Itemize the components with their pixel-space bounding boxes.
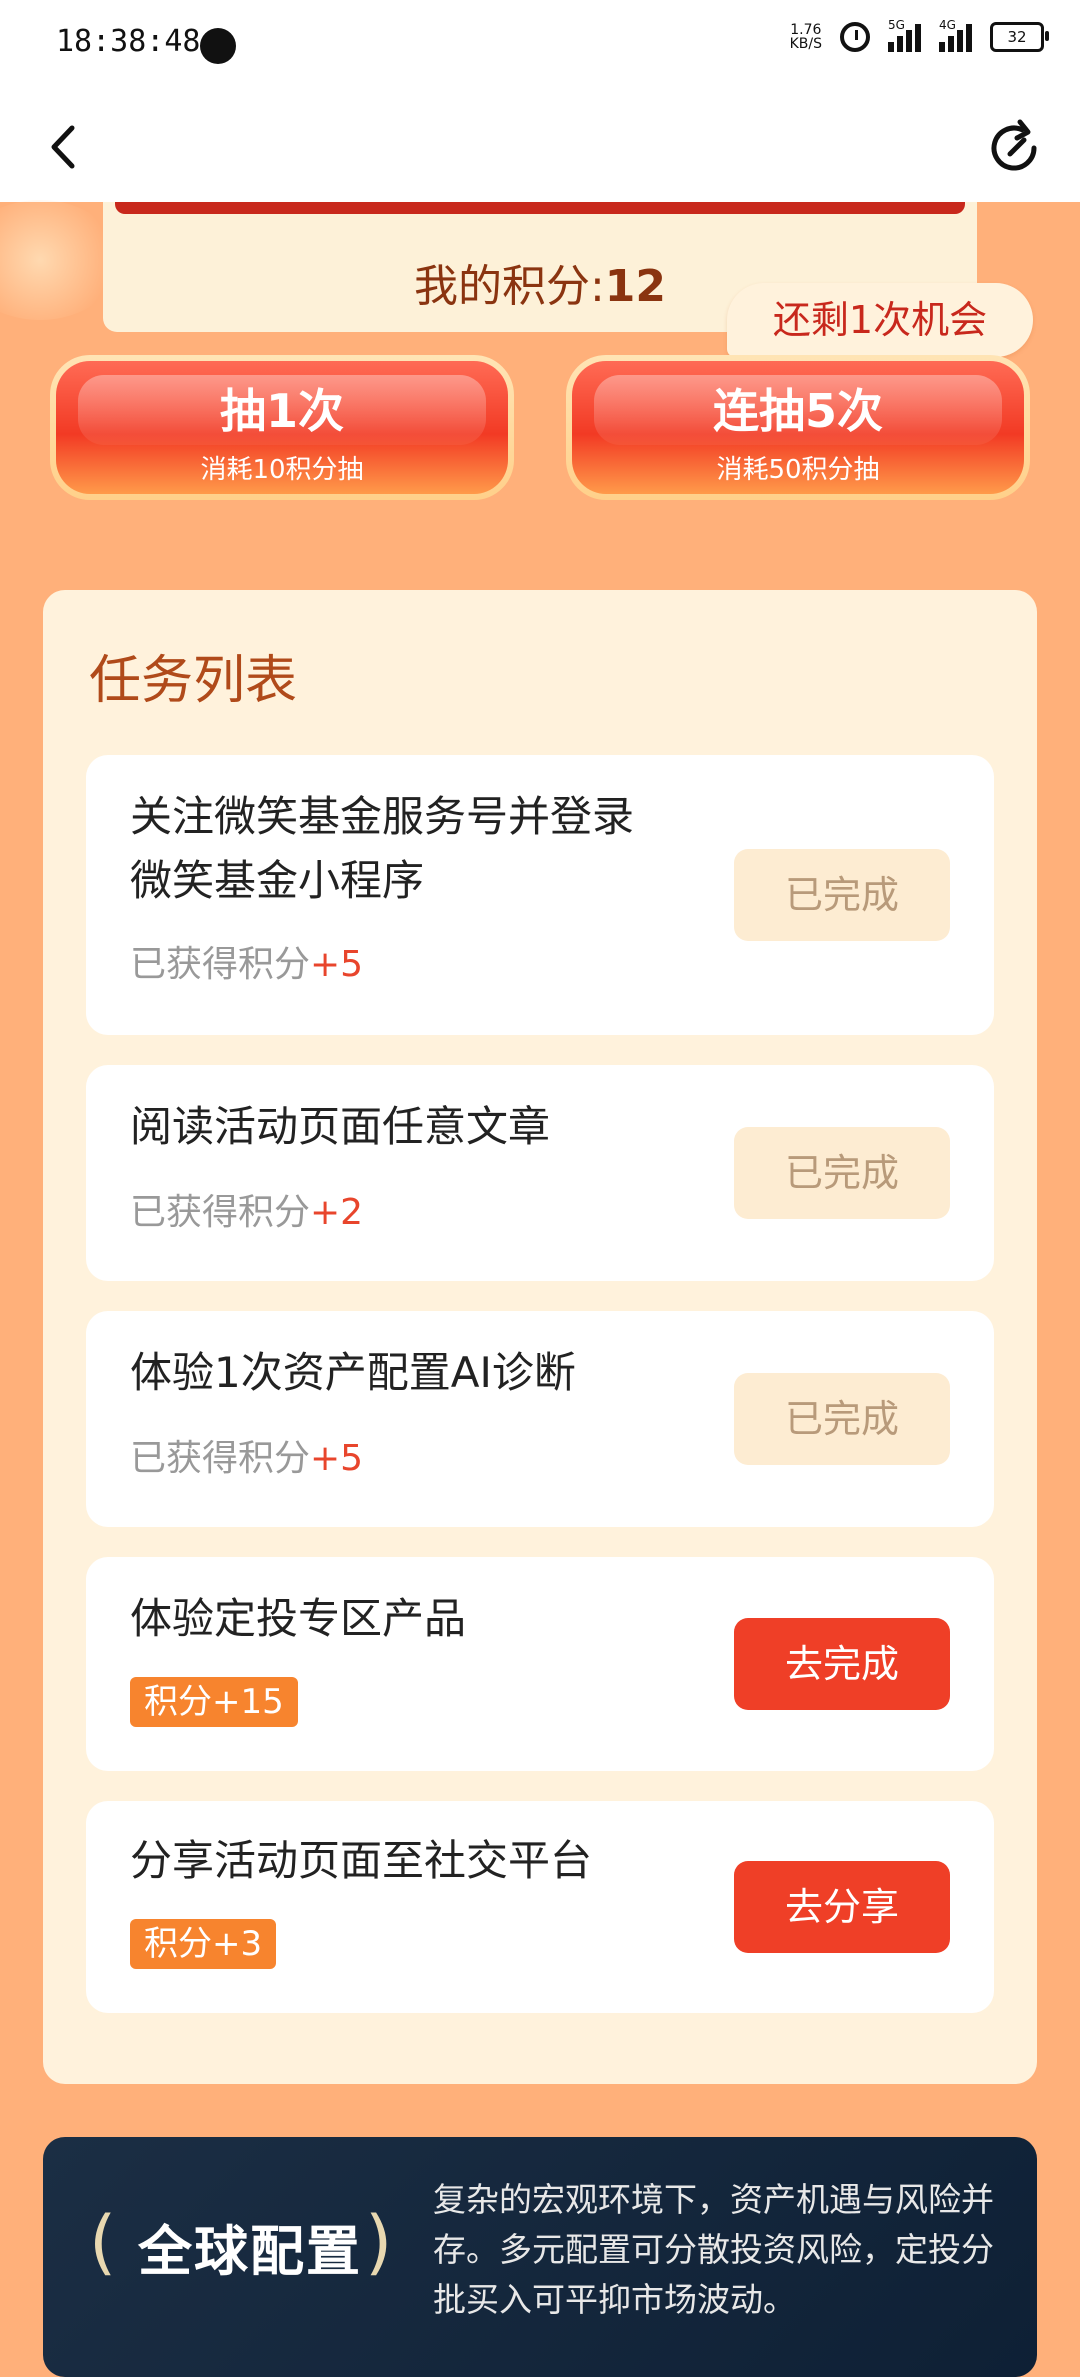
status-icons: 1.76 KB/S 5G 4G 32 xyxy=(790,18,1049,52)
task-completed-button[interactable]: 已完成 xyxy=(734,849,950,941)
task-points-badge: 积分+15 xyxy=(130,1677,298,1727)
task-item: 体验定投专区产品 积分+15 去完成 xyxy=(86,1557,994,1771)
draw-once-button[interactable]: 抽1次 消耗10积分抽 xyxy=(50,355,514,500)
draw-five-button-face: 连抽5次 消耗50积分抽 xyxy=(572,361,1024,494)
task-completed-button[interactable]: 已完成 xyxy=(734,1127,950,1219)
task-item: 关注微笑基金服务号并登录 微笑基金小程序 已获得积分+5 已完成 xyxy=(86,755,994,1035)
task-earned-label: 已获得积分 xyxy=(130,1192,311,1233)
task-name-line1: 阅读活动页面任意文章 xyxy=(130,1102,551,1151)
task-name-line2: 微笑基金小程序 xyxy=(130,856,425,905)
task-name-line1: 关注微笑基金服务号并登录 xyxy=(130,792,635,841)
task-earned: 已获得积分+5 xyxy=(130,1429,363,1481)
task-earned-value: +5 xyxy=(310,944,364,985)
net-speed-value: 1.76 xyxy=(790,22,822,38)
points-label: 我的积分: xyxy=(413,261,605,312)
draw-five-cost: 消耗50积分抽 xyxy=(716,455,880,485)
task-item: 分享活动页面至社交平台 积分+3 去分享 xyxy=(86,1801,994,2013)
draw-once-label: 抽1次 xyxy=(219,384,344,438)
net-speed-unit: KB/S xyxy=(789,36,822,52)
task-earned: 已获得积分+5 xyxy=(130,935,363,987)
task-name-line1: 分享活动页面至社交平台 xyxy=(130,1836,593,1885)
task-go-complete-button[interactable]: 去完成 xyxy=(734,1618,950,1710)
task-share-button[interactable]: 去分享 xyxy=(734,1861,950,1953)
signal-4g-label: 4G xyxy=(939,18,956,32)
banner-title: 全球配置 xyxy=(138,2220,362,2283)
draw-five-label: 连抽5次 xyxy=(712,384,883,438)
decorative-coin-glow xyxy=(0,200,120,320)
status-bar: 18:38:48 1.76 KB/S 5G 4G 32 xyxy=(0,0,1080,90)
task-list-title: 任务列表 xyxy=(89,651,298,711)
laurel-right-icon: ) xyxy=(365,2201,393,2283)
refresh-icon[interactable] xyxy=(984,118,1044,178)
task-list-panel: 任务列表 关注微笑基金服务号并登录 微笑基金小程序 已获得积分+5 已完成 阅读… xyxy=(43,590,1037,2084)
task-points-badge: 积分+3 xyxy=(130,1919,277,1969)
task-name-line1: 体验1次资产配置AI诊断 xyxy=(130,1348,576,1397)
chevron-left-icon[interactable] xyxy=(40,122,90,172)
task-earned-value: +5 xyxy=(310,1438,364,1479)
battery-icon: 32 xyxy=(990,22,1049,52)
draw-five-button[interactable]: 连抽5次 消耗50积分抽 xyxy=(566,355,1030,500)
banner-description: 复杂的宏观环境下，资产机遇与风险并存。多元配置可分散投资风险，定投分批买入可平抑… xyxy=(433,2180,994,2319)
task-item: 阅读活动页面任意文章 已获得积分+2 已完成 xyxy=(86,1065,994,1281)
signal-5g-label: 5G xyxy=(888,18,905,32)
task-completed-button[interactable]: 已完成 xyxy=(734,1373,950,1465)
prize-box-bottom-edge xyxy=(115,202,965,214)
camera-cutout xyxy=(200,28,236,64)
points-value: 12 xyxy=(604,261,667,312)
task-earned-value: +2 xyxy=(310,1192,364,1233)
status-time: 18:38:48 xyxy=(56,24,201,59)
laurel-left-icon: ( xyxy=(89,2201,117,2283)
task-name-line1: 体验定投专区产品 xyxy=(130,1594,467,1643)
app-header xyxy=(0,90,1080,202)
remaining-chances-badge: 还剩1次机会 xyxy=(727,283,1033,357)
task-earned-label: 已获得积分 xyxy=(130,944,311,985)
global-allocation-banner[interactable]: ( 全球配置 ) 复杂的宏观环境下，资产机遇与风险并存。多元配置可分散投资风险，… xyxy=(43,2137,1037,2377)
signal-5g-icon: 5G xyxy=(888,18,921,52)
task-item: 体验1次资产配置AI诊断 已获得积分+5 已完成 xyxy=(86,1311,994,1527)
signal-4g-icon: 4G xyxy=(939,18,972,52)
task-earned-label: 已获得积分 xyxy=(130,1438,311,1479)
task-earned: 已获得积分+2 xyxy=(130,1183,363,1235)
alarm-icon xyxy=(840,22,870,52)
draw-once-button-face: 抽1次 消耗10积分抽 xyxy=(56,361,508,494)
net-speed: 1.76 KB/S xyxy=(790,23,822,51)
draw-once-cost: 消耗10积分抽 xyxy=(200,455,364,485)
